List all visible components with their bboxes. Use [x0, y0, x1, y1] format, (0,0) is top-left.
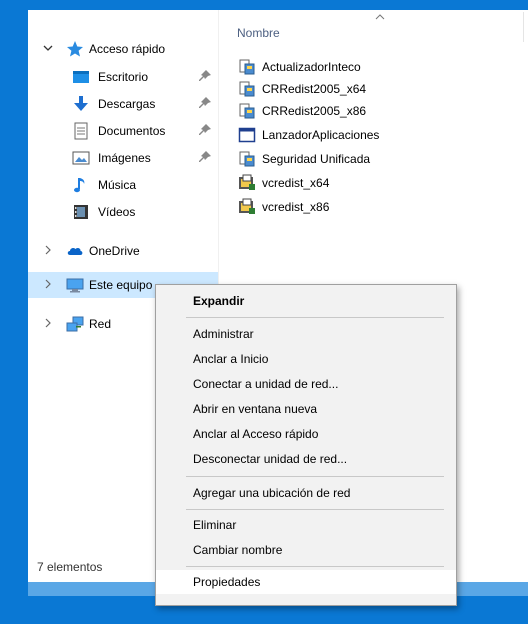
menu-item-anclar-inicio[interactable]: Anclar a Inicio: [156, 347, 456, 371]
network-icon: [66, 316, 84, 332]
videos-icon: [74, 205, 88, 219]
menu-item-label: Conectar a unidad de red...: [193, 377, 339, 391]
menu-item-expandir[interactable]: Expandir: [156, 289, 456, 313]
menu-item-administrar[interactable]: Administrar: [156, 322, 456, 346]
file-item[interactable]: CRRedist2005_x64: [236, 78, 476, 100]
context-menu: Expandir Administrar Anclar a Inicio Con…: [155, 284, 457, 606]
menu-item-agregar-ubicacion-red[interactable]: Agregar una ubicación de red: [156, 481, 456, 505]
nav-label: Música: [98, 178, 137, 192]
download-icon: [74, 96, 88, 111]
menu-item-anclar-acceso-rapido[interactable]: Anclar al Acceso rápido: [156, 422, 456, 446]
installer-icon: [239, 59, 255, 75]
installer-icon: [239, 81, 255, 97]
file-item[interactable]: vcredist_x64: [236, 172, 476, 194]
setup-package-icon: [239, 198, 255, 214]
file-name: Seguridad Unificada: [262, 152, 371, 166]
nav-item-escritorio[interactable]: Escritorio: [28, 64, 218, 90]
pictures-icon: [72, 151, 90, 165]
installer-icon: [239, 151, 255, 167]
chevron-right-icon[interactable]: [42, 317, 54, 329]
file-item[interactable]: vcredist_x86: [236, 196, 476, 218]
pin-icon[interactable]: [198, 96, 212, 110]
pin-icon[interactable]: [198, 123, 212, 137]
menu-item-eliminar[interactable]: Eliminar: [156, 513, 456, 537]
menu-item-label: Desconectar unidad de red...: [193, 452, 348, 466]
menu-item-label: Abrir en ventana nueva: [193, 402, 318, 416]
menu-item-label: Expandir: [193, 294, 245, 308]
nav-item-imagenes[interactable]: Imágenes: [28, 145, 218, 171]
nav-label-onedrive: OneDrive: [89, 244, 140, 258]
menu-separator: [186, 566, 444, 567]
music-icon: [74, 178, 85, 193]
nav-label: Descargas: [98, 97, 156, 111]
nav-label-quick-access: Acceso rápido: [89, 42, 166, 56]
star-icon: [67, 41, 83, 57]
pin-icon[interactable]: [198, 150, 212, 164]
documents-icon: [74, 122, 88, 140]
chevron-right-icon[interactable]: [42, 244, 54, 256]
nav-label: Imágenes: [98, 151, 151, 165]
sort-ascending-icon: [375, 14, 385, 20]
menu-item-abrir-ventana-nueva[interactable]: Abrir en ventana nueva: [156, 397, 456, 421]
status-item-count: 7 elementos: [37, 560, 103, 574]
nav-label: Documentos: [98, 124, 166, 138]
chevron-right-icon[interactable]: [42, 278, 54, 290]
menu-item-label: Administrar: [193, 327, 254, 341]
file-item[interactable]: ActualizadorInteco: [236, 56, 476, 78]
desktop-folder-icon: [73, 71, 89, 83]
nav-item-musica[interactable]: Música: [28, 172, 218, 198]
file-name: vcredist_x86: [262, 200, 330, 214]
file-name: vcredist_x64: [262, 176, 330, 190]
column-resize-handle[interactable]: [523, 12, 524, 42]
menu-separator: [186, 317, 444, 318]
nav-label: Escritorio: [98, 70, 149, 84]
menu-item-label: Anclar al Acceso rápido: [193, 427, 319, 441]
nav-item-descargas[interactable]: Descargas: [28, 91, 218, 117]
menu-item-label: Anclar a Inicio: [193, 352, 269, 366]
menu-item-conectar-unidad-red[interactable]: Conectar a unidad de red...: [156, 372, 456, 396]
column-header-nombre[interactable]: Nombre: [237, 26, 280, 40]
menu-item-label: Agregar una ubicación de red: [193, 486, 351, 500]
nav-onedrive[interactable]: OneDrive: [28, 238, 218, 264]
nav-label-this-pc: Este equipo: [89, 278, 153, 292]
file-name: ActualizadorInteco: [262, 60, 361, 74]
menu-item-label: Eliminar: [193, 518, 237, 532]
nav-item-documentos[interactable]: Documentos: [28, 118, 218, 144]
nav-label-network: Red: [89, 317, 112, 331]
file-item[interactable]: CRRedist2005_x86: [236, 100, 476, 122]
chevron-down-icon[interactable]: [42, 42, 54, 54]
file-item[interactable]: Seguridad Unificada: [236, 148, 476, 170]
menu-item-label: Cambiar nombre: [193, 543, 283, 557]
cloud-icon: [67, 247, 83, 255]
menu-item-desconectar-unidad-red[interactable]: Desconectar unidad de red...: [156, 447, 456, 471]
file-name: CRRedist2005_x64: [262, 82, 367, 96]
setup-package-icon: [239, 174, 255, 190]
menu-item-label: Propiedades: [193, 575, 261, 589]
file-item[interactable]: LanzadorAplicaciones: [236, 124, 476, 146]
nav-item-videos[interactable]: Vídeos: [28, 199, 218, 225]
nav-label: Vídeos: [98, 205, 136, 219]
menu-item-propiedades[interactable]: Propiedades: [156, 570, 456, 594]
menu-item-cambiar-nombre[interactable]: Cambiar nombre: [156, 538, 456, 562]
pin-icon[interactable]: [198, 69, 212, 83]
nav-quick-access[interactable]: Acceso rápido: [28, 36, 218, 62]
installer-icon: [239, 103, 255, 119]
menu-separator: [186, 476, 444, 477]
computer-icon: [66, 278, 84, 293]
menu-separator: [186, 509, 444, 510]
window-icon: [238, 127, 256, 143]
file-name: CRRedist2005_x86: [262, 104, 367, 118]
file-name: LanzadorAplicaciones: [262, 128, 380, 142]
